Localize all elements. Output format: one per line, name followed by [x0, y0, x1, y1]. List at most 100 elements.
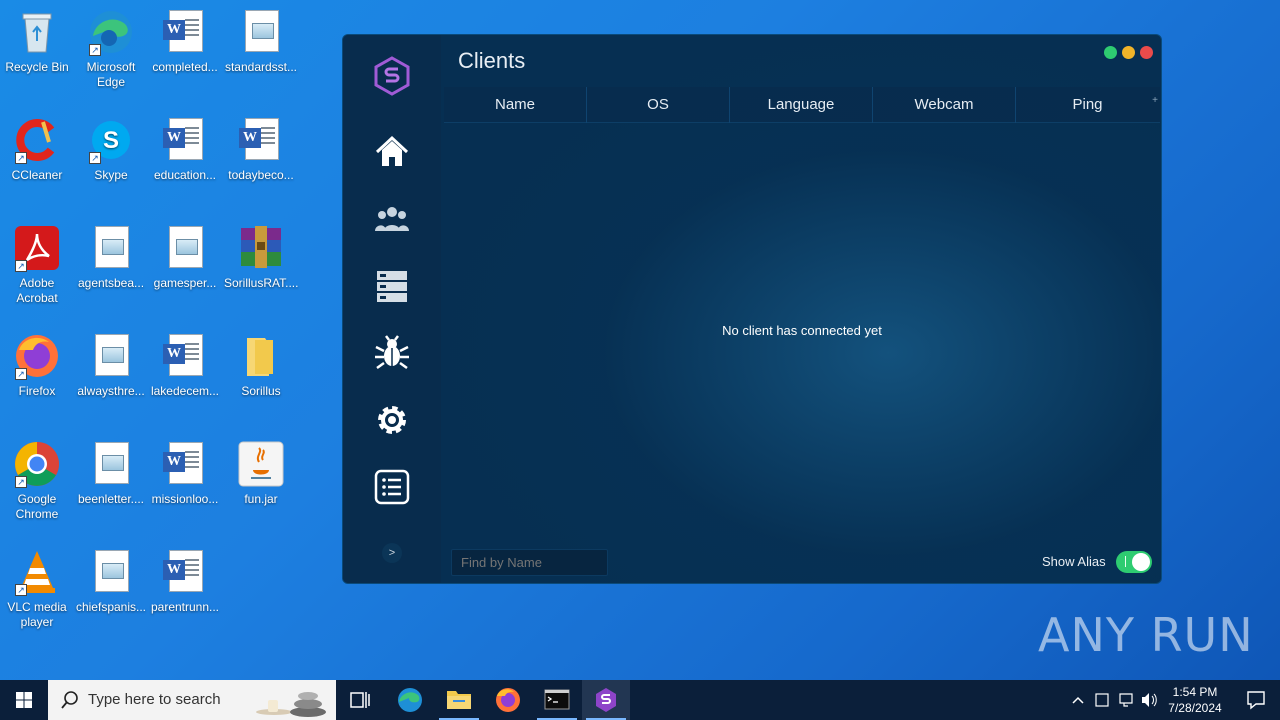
desktop-icon-parentrunn[interactable]: W parentrunn...: [148, 548, 222, 615]
start-button[interactable]: [0, 680, 48, 720]
icon-label: gamesper...: [153, 276, 217, 290]
network-icon: [1119, 693, 1133, 707]
toggle-knob: [1132, 553, 1150, 571]
column-header-webcam[interactable]: Webcam: [873, 87, 1016, 123]
icon-label: chiefspanis...: [75, 600, 147, 614]
column-header-os[interactable]: OS: [587, 87, 730, 123]
users-icon: [375, 207, 409, 231]
show-alias-toggle[interactable]: [1116, 551, 1152, 573]
nav-servers-button[interactable]: [372, 266, 412, 306]
taskbar-clock[interactable]: 1:54 PM 7/28/2024: [1160, 684, 1230, 716]
close-button[interactable]: [1140, 46, 1153, 59]
nav-home-button[interactable]: [372, 132, 412, 172]
desktop-icon-ccleaner[interactable]: ↗ CCleaner: [0, 116, 74, 183]
search-highlight-decoration: [256, 692, 326, 717]
word-document-icon: W: [161, 332, 209, 380]
column-header-name[interactable]: Name: [444, 87, 587, 123]
desktop-icon-standardsst[interactable]: standardsst...: [224, 8, 298, 75]
task-view-button[interactable]: [336, 680, 384, 720]
desktop-icon-fun-jar[interactable]: fun.jar: [224, 440, 298, 507]
image-file-icon: [161, 224, 209, 272]
desktop-icon-sorillus-folder[interactable]: Sorillus: [224, 332, 298, 399]
skype-icon: S ↗: [87, 116, 135, 164]
minimize-button[interactable]: [1122, 46, 1135, 59]
desktop-icon-agentsbea[interactable]: agentsbea...: [74, 224, 148, 291]
clock-date: 7/28/2024: [1168, 701, 1222, 715]
image-file-icon: [87, 548, 135, 596]
icon-label: SorillusRAT....: [224, 276, 299, 290]
notification-icon: [1247, 691, 1265, 710]
windows-icon: [16, 692, 32, 708]
nav-logs-button[interactable]: [372, 467, 412, 507]
task-view-icon: [350, 692, 370, 708]
icon-label: VLC media player: [7, 600, 67, 629]
find-by-name-input[interactable]: [451, 549, 608, 576]
desktop-icon-todaybeco[interactable]: W todaybeco...: [224, 116, 298, 183]
word-document-icon: W: [161, 116, 209, 164]
taskbar-file-explorer[interactable]: [435, 680, 483, 720]
taskbar-edge[interactable]: [386, 680, 434, 720]
icon-label: completed...: [152, 60, 218, 74]
icon-label: Google Chrome: [15, 492, 59, 521]
search-icon: [61, 691, 78, 709]
word-document-icon: W: [161, 440, 209, 488]
acrobat-icon: ↗: [13, 224, 61, 272]
desktop-icon-adobe-acrobat[interactable]: ↗ Adobe Acrobat: [0, 224, 74, 306]
taskbar-terminal[interactable]: [533, 680, 581, 720]
taskbar-sorillus[interactable]: [582, 680, 630, 720]
show-alias-label: Show Alias: [1042, 554, 1106, 569]
desktop-icon-gamesper[interactable]: gamesper...: [148, 224, 222, 291]
icon-label: CCleaner: [11, 168, 63, 182]
desktop-icon-vlc[interactable]: ↗ VLC media player: [0, 548, 74, 630]
bug-icon: [375, 335, 409, 370]
chevron-up-icon: [1072, 696, 1084, 704]
chrome-icon: ↗: [13, 440, 61, 488]
desktop-icon-chiefspanis[interactable]: chiefspanis...: [74, 548, 148, 615]
desktop-icon-alwaysthre[interactable]: alwaysthre...: [74, 332, 148, 399]
empty-state-message: No client has connected yet: [722, 323, 882, 338]
tray-icons: [1072, 693, 1157, 707]
icon-label: agentsbea...: [77, 276, 145, 290]
taskbar: Type here to search 1:54 PM 7/28/2024: [0, 680, 1280, 720]
icon-label: Firefox: [18, 384, 56, 398]
desktop-icon-lakedecem[interactable]: W lakedecem...: [148, 332, 222, 399]
svg-text:S: S: [103, 127, 119, 154]
settings-icon: [378, 406, 406, 434]
nav-clients-button[interactable]: [372, 199, 412, 239]
image-file-icon: [237, 8, 285, 56]
clock-time: 1:54 PM: [1172, 685, 1218, 699]
icon-label: alwaysthre...: [77, 384, 145, 398]
nav-builder-button[interactable]: [372, 333, 412, 373]
icon-label: education...: [153, 168, 217, 182]
image-file-icon: [87, 440, 135, 488]
system-tray: [1068, 680, 1158, 720]
desktop-icon-microsoft-edge[interactable]: ↗ Microsoft Edge: [74, 8, 148, 90]
column-header-language[interactable]: Language: [730, 87, 873, 123]
desktop-icon-recycle-bin[interactable]: Recycle Bin: [0, 8, 74, 75]
desktop-icon-education[interactable]: W education...: [148, 116, 222, 183]
desktop-icon-missionloo[interactable]: W missionloo...: [148, 440, 222, 507]
sidebar: >: [343, 35, 441, 583]
desktop-icon-firefox[interactable]: ↗ Firefox: [0, 332, 74, 399]
list-icon: [374, 469, 410, 505]
word-document-icon: W: [237, 116, 285, 164]
icon-label: beenletter....: [77, 492, 145, 506]
sidebar-collapse-button[interactable]: >: [382, 543, 402, 563]
desktop-icon-sorillusrat[interactable]: SorillusRAT....: [224, 224, 298, 291]
column-header-ping[interactable]: Ping: [1016, 87, 1159, 123]
taskbar-firefox[interactable]: [484, 680, 532, 720]
folder-icon: [447, 691, 471, 709]
nav-settings-button[interactable]: [372, 400, 412, 440]
desktop-icon-skype[interactable]: S ↗ Skype: [74, 116, 148, 183]
notifications-button[interactable]: [1236, 680, 1276, 720]
folder-icon: [237, 332, 285, 380]
add-column-icon[interactable]: +: [1152, 95, 1158, 106]
desktop-icon-completed[interactable]: W completed...: [148, 8, 222, 75]
ccleaner-icon: ↗: [13, 116, 61, 164]
recycle-bin-icon: [13, 8, 61, 56]
desktop-icon-google-chrome[interactable]: ↗ Google Chrome: [0, 440, 74, 522]
desktop-icon-beenletter[interactable]: beenletter....: [74, 440, 148, 507]
icon-label: fun.jar: [244, 492, 278, 506]
taskbar-search-box[interactable]: Type here to search: [48, 680, 336, 720]
maximize-button[interactable]: [1104, 46, 1117, 59]
